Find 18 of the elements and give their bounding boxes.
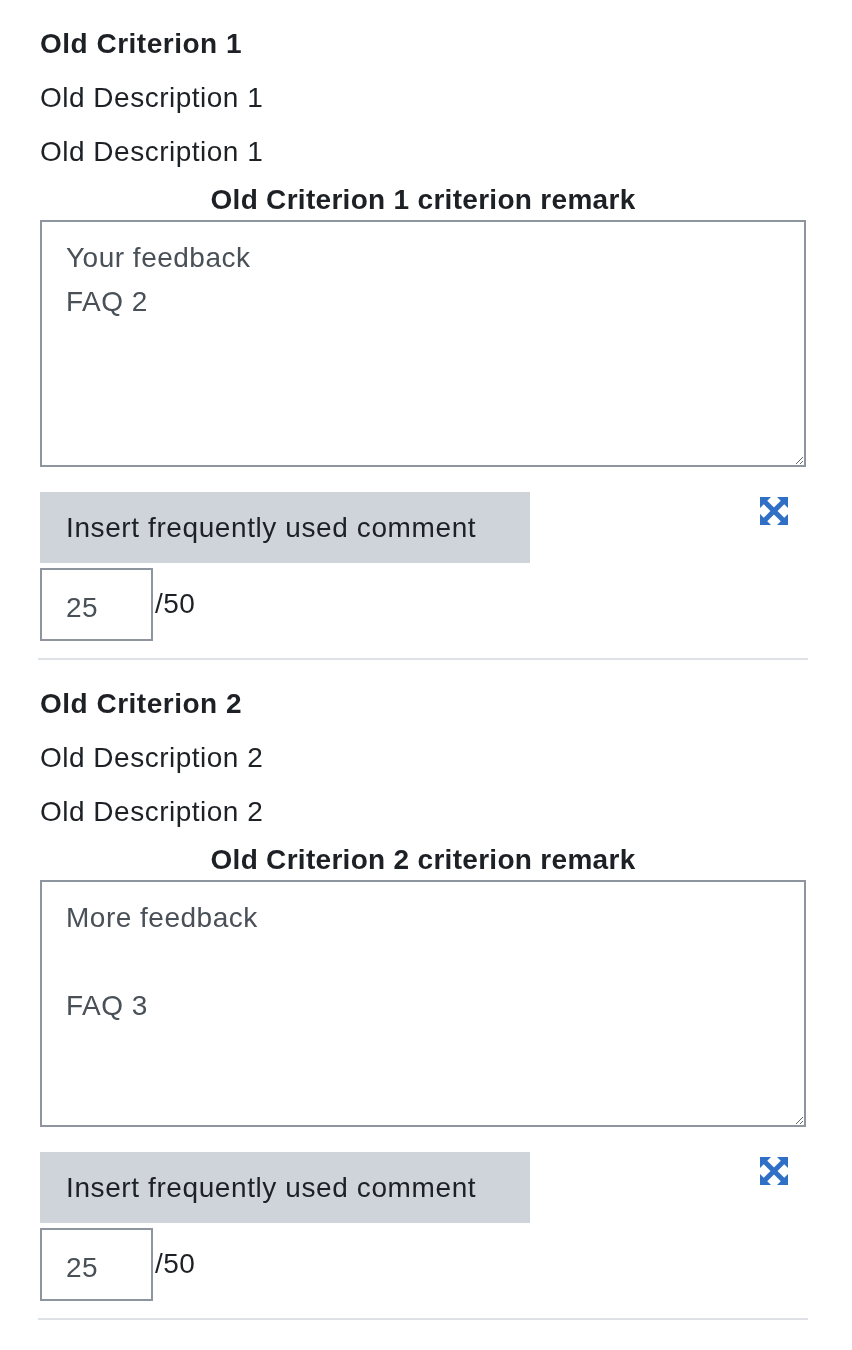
expand-icon[interactable]: [760, 1157, 788, 1185]
expand-icon[interactable]: [760, 497, 788, 525]
criterion-title: Old Criterion 2: [40, 687, 242, 721]
score-field[interactable]: 25: [40, 568, 153, 641]
insert-comment-button[interactable]: Insert frequently used comment: [40, 492, 530, 563]
remark-field[interactable]: Your feedback FAQ 2: [40, 220, 806, 467]
remark-label: Old Criterion 2 criterion remark: [210, 843, 636, 877]
criterion-title: Old Criterion 1: [40, 27, 242, 61]
remark-label: Old Criterion 1 criterion remark: [210, 183, 636, 217]
criterion-description: Old Description 1: [40, 81, 264, 115]
max-score-text: /50: [155, 1247, 196, 1280]
criterion-description: Old Description 2: [40, 795, 264, 829]
criterion-description: Old Description 2: [40, 741, 264, 775]
score-field[interactable]: 25: [40, 1228, 153, 1301]
criterion-description: Old Description 1: [40, 135, 264, 169]
insert-comment-button[interactable]: Insert frequently used comment: [40, 1152, 530, 1223]
max-score-text: /50: [155, 587, 196, 620]
remark-field[interactable]: More feedback FAQ 3: [40, 880, 806, 1127]
